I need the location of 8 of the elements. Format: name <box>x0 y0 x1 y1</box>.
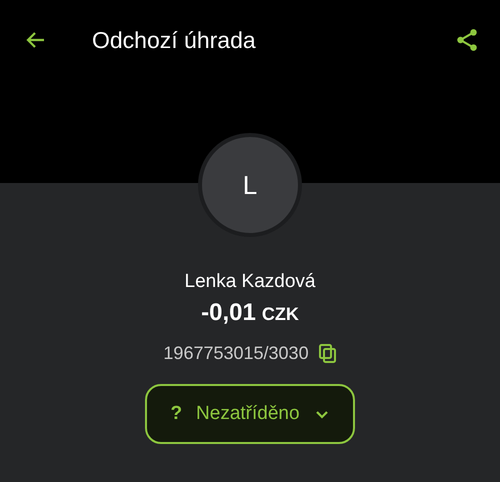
category-dropdown[interactable]: ? Nezatříděno <box>145 384 355 444</box>
copy-icon[interactable] <box>318 344 337 364</box>
account-number: 1967753015/3030 <box>163 343 309 364</box>
screen-title: Odchozí úhrada <box>92 26 257 54</box>
contact-name: Lenka Kazdová <box>184 271 316 293</box>
amount: -0,01 <box>201 299 256 327</box>
avatar-initial: L <box>198 133 302 237</box>
currency: CZK <box>262 304 299 325</box>
